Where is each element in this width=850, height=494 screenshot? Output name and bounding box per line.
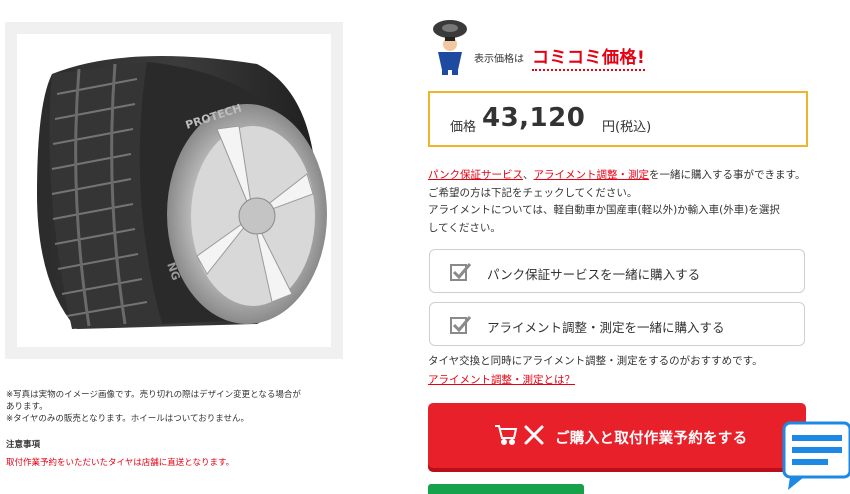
cart-tools-icons <box>495 425 544 445</box>
tools-icon <box>524 425 544 445</box>
product-image-frame: PROTECH NG <box>5 22 343 359</box>
note-line: ※タイヤのみの販売となります。ホイールはついておりません。 <box>6 414 250 424</box>
checkbox-icon <box>450 316 472 334</box>
recommendation-text: タイヤ交換と同時にアライメント調整・測定をするのがおすすめです。 <box>428 355 763 367</box>
tire-illustration: PROTECH NG <box>37 56 327 329</box>
desc-text: アライメントについては、軽自動車か国産車(軽以外)か輸入車(外車)を選択 <box>428 204 780 216</box>
puncture-option-label: パンク保証サービスを一緒に購入する <box>487 267 701 282</box>
price-banner: 表示価格は コミコミ価格! <box>432 18 652 78</box>
separator: 、 <box>523 169 534 181</box>
note-line: ※写真は実物のイメージ画像です。売り切れの際はデザイン変更となる場合が <box>6 390 301 400</box>
mascot-icon <box>433 20 467 75</box>
purchase-button-label: ご購入と取付作業予約をする <box>555 431 748 447</box>
price-box: 価格 43,120 円(税込) <box>428 91 808 147</box>
desc-text: を一緒に購入する事ができます。 <box>649 169 806 181</box>
options-description: パンク保証サービス、アライメント調整・測定を一緒に購入する事ができます。 ご希望… <box>428 167 818 237</box>
secondary-button[interactable] <box>428 484 584 494</box>
puncture-option-checkbox[interactable]: パンク保証サービスを一緒に購入する <box>429 249 805 293</box>
alignment-option-label: アライメント調整・測定を一緒に購入する <box>487 320 725 335</box>
banner-strong: コミコミ価格! <box>532 43 646 71</box>
price-unit: 円(税込) <box>602 120 652 135</box>
purchase-reserve-button[interactable]: ご購入と取付作業予約をする <box>428 403 806 468</box>
note-line: あります。 <box>6 402 48 412</box>
price-amount: 43,120 <box>482 103 586 133</box>
alignment-info-link[interactable]: アライメント調整・測定とは？ <box>428 372 575 387</box>
desc-text: してください。 <box>428 221 501 234</box>
product-notes: ※写真は実物のイメージ画像です。売り切れの際はデザイン変更となる場合が あります… <box>6 389 346 469</box>
alignment-option-checkbox[interactable]: アライメント調整・測定を一緒に購入する <box>429 302 805 346</box>
shipping-warning: 取付作業予約をいただいたタイヤは店舗に直送となります。 <box>6 458 235 468</box>
banner-label: 表示価格は <box>474 54 524 65</box>
tire-image: PROTECH NG <box>17 34 331 347</box>
desc-text: ご希望の方は下記をチェックしてください。 <box>428 186 638 199</box>
alignment-link-inline[interactable]: アライメント調整・測定 <box>534 169 650 181</box>
price-label: 価格 <box>450 120 477 135</box>
chat-icon[interactable] <box>780 420 850 491</box>
cart-icon <box>495 425 518 445</box>
checkbox-icon <box>450 263 472 281</box>
notes-heading: 注意事項 <box>6 440 41 450</box>
puncture-guarantee-link[interactable]: パンク保証サービス <box>428 169 523 181</box>
